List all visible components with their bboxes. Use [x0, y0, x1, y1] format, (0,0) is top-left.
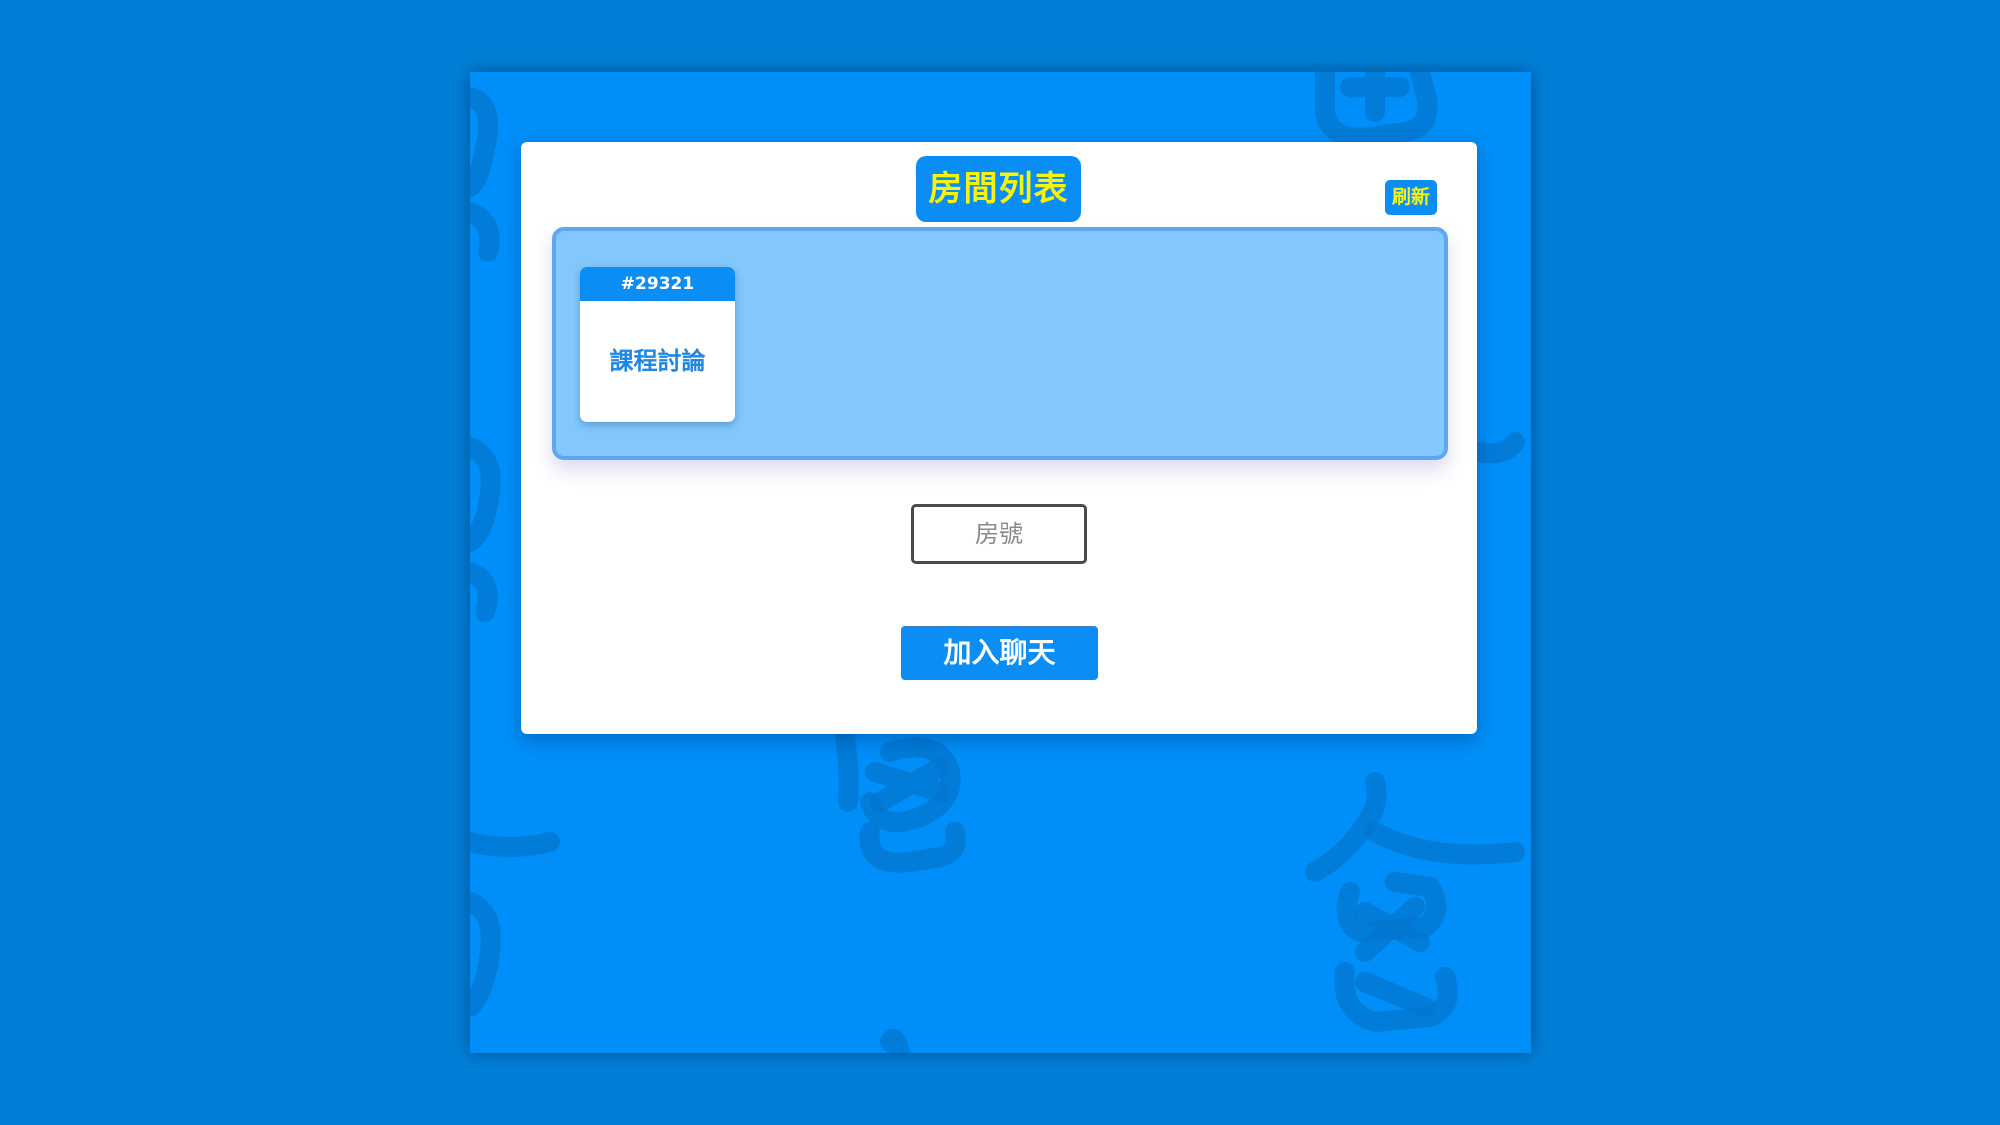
- background-glyph-left-top: [470, 87, 500, 262]
- room-card[interactable]: #29321 課程討論: [580, 267, 735, 422]
- room-name: 課程討論: [609, 347, 706, 375]
- panel-title: 房間列表: [916, 156, 1081, 222]
- background-glyph-right-middle: [1470, 432, 1525, 464]
- refresh-button[interactable]: 刷新: [1385, 180, 1437, 215]
- join-chat-button[interactable]: 加入聊天: [901, 626, 1098, 680]
- background-glyph-center: [835, 727, 966, 873]
- app-frame: 房間列表 刷新 #29321 課程討論 加入聊天: [470, 72, 1531, 1053]
- background-glyph-left-bottom: [470, 832, 560, 1017]
- background-glyph-top-right: [1315, 72, 1438, 148]
- background-glyph-bottom-center: [880, 1028, 910, 1053]
- room-id: #29321: [580, 267, 735, 301]
- background-glyph-left-middle: [470, 437, 501, 622]
- background-glyph-bottom-right: [1305, 772, 1525, 1032]
- room-list-panel: 房間列表 刷新 #29321 課程討論 加入聊天: [521, 142, 1477, 734]
- room-list: #29321 課程討論: [552, 227, 1448, 460]
- room-number-input[interactable]: [911, 504, 1087, 564]
